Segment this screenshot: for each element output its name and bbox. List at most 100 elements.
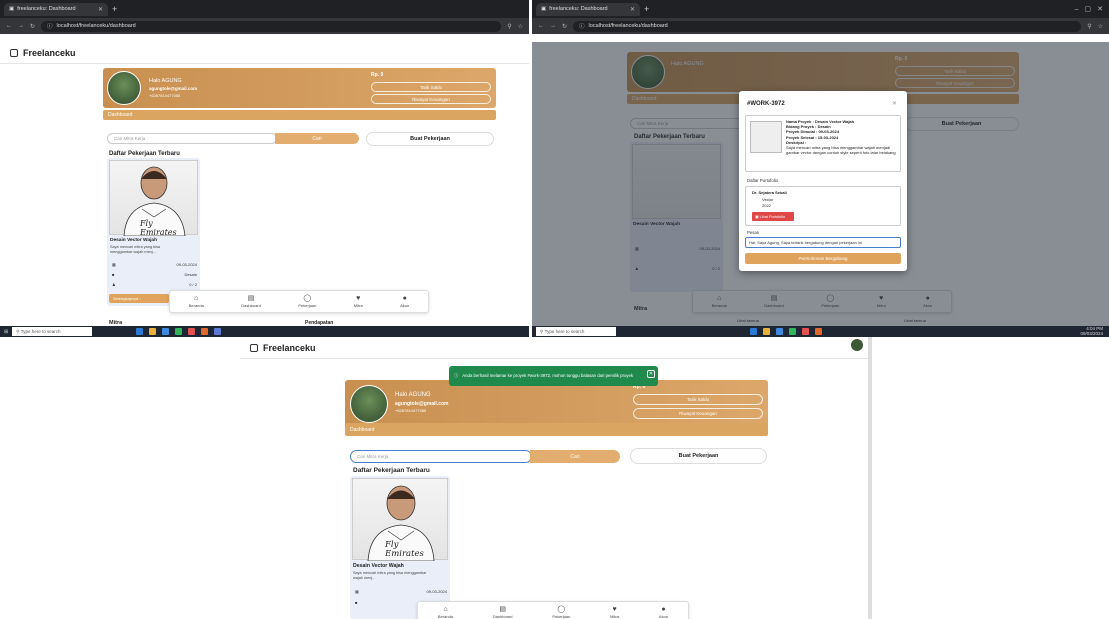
forward-icon[interactable]: → (550, 23, 556, 29)
search-input[interactable]: Cari Mitra Kerja (350, 450, 532, 463)
tarik-saldo-button[interactable]: Tarik Saldo (633, 394, 763, 405)
browser-tabstrip: ▣ freelanceku: Dashboard ✕ + (0, 0, 529, 18)
nav-akun[interactable]: ●Akun (659, 606, 668, 619)
browser-tab[interactable]: ▣ freelanceku: Dashboard ✕ (4, 2, 108, 16)
tab-favicon-icon: ▣ (541, 6, 547, 12)
close-icon[interactable]: ✕ (630, 6, 635, 13)
brand-name[interactable]: Freelanceku (23, 48, 76, 58)
folder-icon[interactable] (149, 328, 157, 335)
job-slots: 0 / 2 (189, 282, 197, 287)
search-icon: ⚲ (540, 328, 544, 334)
back-icon[interactable]: ← (538, 23, 544, 29)
handshake-icon: ♥ (612, 605, 617, 613)
search-button[interactable]: Cari (275, 133, 359, 144)
info-icon: ⓘ (47, 24, 53, 30)
section-title: Daftar Pekerjaan Terbaru (109, 151, 180, 157)
screen-modal: ▣ freelanceku: Dashboard ✕ + –▢✕ ← → ↻ ⓘ… (532, 0, 1109, 341)
back-icon[interactable]: ← (6, 23, 12, 29)
search-input[interactable]: Cari Mitra Kerja (107, 133, 277, 144)
nav-dashboard[interactable]: ▤Dashboard (493, 606, 513, 619)
taskbar-search[interactable]: ⚲ Type here to search (12, 327, 93, 336)
buat-pekerjaan-button[interactable]: Buat Pekerjaan (366, 132, 494, 146)
modal-title: #WORK-3972 (747, 101, 785, 107)
app-icon[interactable] (802, 328, 809, 335)
star-icon[interactable]: ☆ (518, 23, 523, 30)
profile-email: agungtole@gmail.com (395, 401, 449, 407)
folder-icon[interactable] (763, 328, 770, 335)
address-bar[interactable]: ⓘ localhost/freelanceku/dashboard (573, 20, 1082, 32)
job-category-row: ■ Desain (112, 272, 197, 277)
url-text: localhost/freelanceku/dashboard (56, 23, 136, 29)
home-icon: ⌂ (443, 605, 448, 613)
profile-name: Halo AGUNG (395, 392, 431, 398)
job-image: Fly Emirates (352, 478, 448, 562)
new-tab-button[interactable]: + (112, 4, 117, 14)
job-date-row: ▦ 09-03-2024 (355, 589, 447, 594)
job-card[interactable]: Fly Emirates Desain Vector Wajah Saya men… (107, 158, 200, 306)
briefcase-icon: ◯ (557, 605, 566, 613)
job-detail-modal: #WORK-3972 ✕ Nama Proyek : Desain Vector… (739, 91, 907, 271)
job-info: Nama Proyek : Desain Vector Wajah Bidang… (786, 119, 896, 156)
address-bar[interactable]: ⓘ localhost/freelanceku/dashboard (41, 20, 502, 32)
browser-tab[interactable]: ▣ freelanceku: Dashboard ✕ (536, 2, 640, 16)
windows-start-icon[interactable]: ⊞ (4, 329, 8, 335)
tarik-saldo-button[interactable]: Tarik Saldo (371, 82, 491, 92)
search-icon: ⚲ (16, 328, 20, 334)
scrollbar[interactable] (868, 337, 872, 619)
job-image: Fly Emirates (109, 160, 198, 237)
taskbar-search[interactable]: ⚲ Type here to search (536, 327, 616, 336)
browser-toolbar: ← → ↻ ⓘ localhost/freelanceku/dashboard … (0, 18, 529, 34)
nav-beranda[interactable]: ⌂Beranda (438, 606, 453, 619)
job-card[interactable]: Fly Emirates Desain Vector Wajah Saya men… (350, 476, 450, 619)
nav-pekerjaan[interactable]: ◯Pekerjaan (552, 606, 570, 619)
riwayat-keuangan-button[interactable]: Riwayat Keuangan (633, 408, 763, 419)
xampp-icon[interactable] (815, 328, 822, 335)
xampp-icon[interactable] (201, 328, 209, 335)
selengkapnya-button[interactable]: Selengkapnya › (109, 294, 169, 303)
job-title: Desain Vector Wajah (353, 563, 404, 569)
nav-akun[interactable]: ●Akun (400, 295, 409, 308)
header-avatar[interactable] (851, 339, 863, 351)
nav-mitra[interactable]: ♥Mitra (354, 295, 363, 308)
riwayat-keuangan-button[interactable]: Riwayat Keuangan (371, 94, 491, 104)
zoom-icon[interactable]: ⚲ (507, 23, 511, 30)
whatsapp-icon[interactable] (175, 328, 183, 335)
chrome-icon[interactable] (162, 328, 170, 335)
close-icon[interactable]: ✕ (647, 370, 655, 378)
nav-dashboard[interactable]: ▤Dashboard (241, 295, 261, 308)
close-icon[interactable]: ✕ (892, 100, 897, 107)
vscode-icon[interactable] (750, 328, 757, 335)
jersey-text: Fly Emirates (385, 540, 424, 559)
star-icon[interactable]: ☆ (1098, 23, 1103, 30)
forward-icon[interactable]: → (18, 23, 24, 29)
app-icon[interactable] (188, 328, 196, 335)
new-tab-button[interactable]: + (644, 4, 649, 14)
reload-icon[interactable]: ↻ (562, 23, 567, 30)
nav-mitra[interactable]: ♥Mitra (610, 606, 619, 619)
window-controls[interactable]: –▢✕ (1075, 5, 1109, 13)
job-info-box: Nama Proyek : Desain Vector Wajah Bidang… (745, 115, 901, 172)
search-button[interactable]: Cari (530, 450, 620, 463)
message-input[interactable]: Hai, Saya Agung, Saya tertarik bergabung… (745, 237, 901, 248)
permohonan-bergabung-button[interactable]: Permohonan Bergabung (745, 253, 901, 264)
profile-phone: +6287814477085 (149, 93, 181, 98)
nav-pekerjaan[interactable]: ◯Pekerjaan (298, 295, 316, 308)
section-title: Daftar Pekerjaan Terbaru (353, 467, 430, 474)
zoom-icon[interactable]: ⚲ (1087, 23, 1091, 30)
avatar (350, 385, 388, 423)
nav-beranda[interactable]: ⌂Beranda (189, 295, 204, 308)
app-icon[interactable] (214, 328, 222, 335)
chrome-icon[interactable] (776, 328, 783, 335)
job-category: Desain (184, 272, 197, 277)
brand-logo-icon (250, 343, 258, 352)
vscode-icon[interactable] (136, 328, 144, 335)
taskbar-apps (750, 328, 822, 335)
taskbar-clock[interactable]: 4:04 PM 09/03/2024 (1080, 326, 1109, 337)
brand-name[interactable]: Freelanceku (263, 343, 316, 353)
profile-card: Halo AGUNG agungtole@gmail.com +62878144… (345, 380, 768, 428)
close-icon[interactable]: ✕ (98, 6, 103, 13)
reload-icon[interactable]: ↻ (30, 23, 35, 30)
lihat-portofolio-button[interactable]: ▣ Lihat Portofolio (752, 212, 794, 221)
whatsapp-icon[interactable] (789, 328, 796, 335)
buat-pekerjaan-button[interactable]: Buat Pekerjaan (630, 448, 767, 464)
